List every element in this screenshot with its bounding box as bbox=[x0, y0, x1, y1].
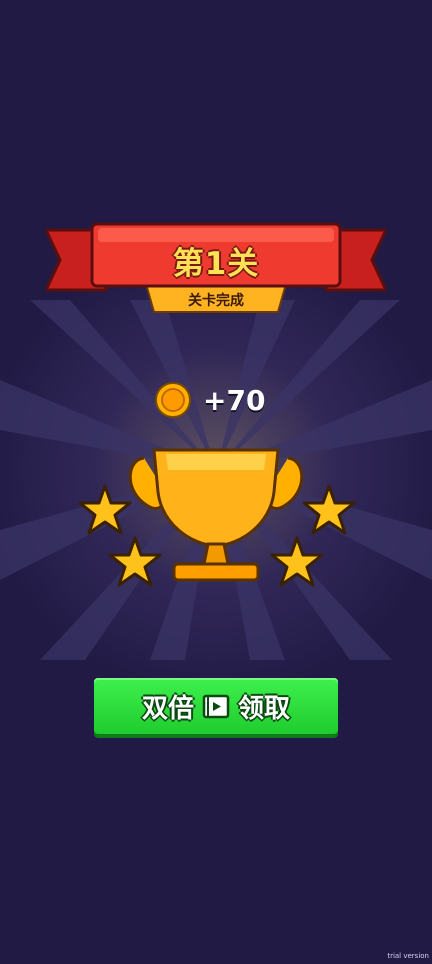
gold-star-icon bbox=[270, 536, 324, 587]
gold-coin-icon bbox=[155, 382, 191, 418]
coin-amount: +70 bbox=[203, 383, 266, 417]
gold-star-icon bbox=[108, 536, 162, 587]
level-title: 第1关 bbox=[172, 246, 260, 282]
level-complete-label: 关卡完成 bbox=[188, 293, 244, 309]
gold-star-icon bbox=[302, 484, 356, 535]
trial-watermark: trial version bbox=[387, 952, 429, 960]
coin-reward: +70 bbox=[155, 380, 265, 420]
video-ad-icon bbox=[202, 694, 230, 719]
double-claim-button[interactable]: 双倍 领取 bbox=[94, 678, 338, 734]
claim-button-label-right: 领取 bbox=[238, 693, 291, 724]
gold-star-icon bbox=[78, 484, 132, 535]
claim-button-label-left: 双倍 bbox=[141, 693, 194, 724]
